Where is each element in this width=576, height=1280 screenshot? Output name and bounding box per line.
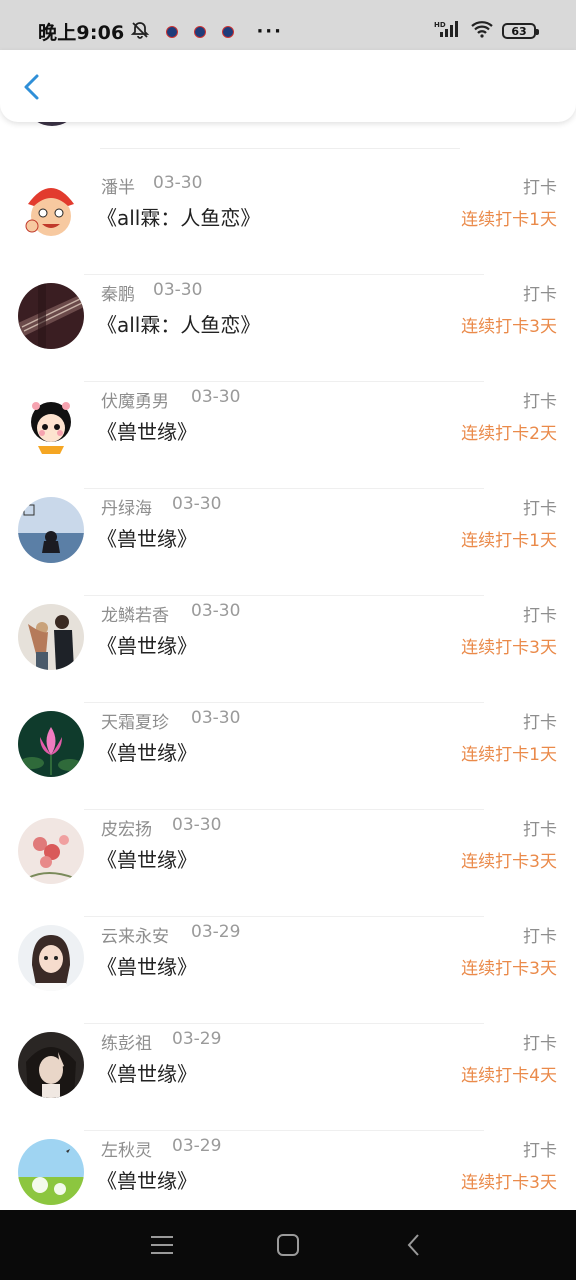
post-date: 03-30 — [191, 387, 241, 407]
streak-text: 连续打卡3天 — [461, 959, 557, 979]
user-name: 天霜夏珍 — [101, 713, 169, 733]
checkin-item[interactable]: 丹绿海 03-30 《兽世缘》 打卡 连续打卡1天 — [0, 489, 576, 596]
svg-text:HD: HD — [434, 21, 446, 29]
checkin-label: 打卡 — [523, 927, 557, 947]
post-date: 03-30 — [172, 494, 222, 514]
post-date: 03-29 — [172, 1136, 222, 1156]
post-date: 03-30 — [191, 708, 241, 728]
user-name: 潘半 — [101, 178, 135, 198]
avatar — [18, 818, 84, 884]
book-title: 《兽世缘》 — [97, 1169, 197, 1193]
app-notification-icon — [222, 25, 235, 38]
divider — [100, 148, 460, 149]
avatar — [18, 283, 84, 349]
streak-text: 连续打卡2天 — [461, 424, 557, 444]
post-date: 03-30 — [153, 173, 203, 193]
status-right: HD 63 — [434, 20, 539, 42]
post-date: 03-30 — [191, 601, 241, 621]
streak-text: 连续打卡4天 — [461, 1066, 557, 1086]
system-nav-bar — [0, 1210, 576, 1280]
user-name: 龙鳞若香 — [101, 606, 169, 626]
book-title: 《all霖：人鱼恋》 — [97, 313, 261, 337]
post-date: 03-30 — [172, 815, 222, 835]
user-name: 伏魔勇男 — [101, 392, 169, 412]
streak-text: 连续打卡1天 — [461, 531, 557, 551]
back-button[interactable] — [18, 72, 48, 102]
avatar — [30, 122, 74, 126]
streak-text: 连续打卡3天 — [461, 1173, 557, 1193]
post-date: 03-29 — [191, 922, 241, 942]
avatar — [18, 497, 84, 563]
wifi-icon — [470, 20, 494, 42]
streak-text: 连续打卡3天 — [461, 638, 557, 658]
user-name: 秦鹏 — [101, 285, 135, 305]
book-title: 《兽世缘》 — [97, 634, 197, 658]
checkin-item[interactable]: 云来永安 03-29 《兽世缘》 打卡 连续打卡3天 — [0, 917, 576, 1024]
mute-bell-icon — [130, 20, 150, 44]
user-name: 皮宏扬 — [101, 820, 152, 840]
battery-icon: 63 — [502, 23, 539, 39]
checkin-label: 打卡 — [523, 499, 557, 519]
checkin-label: 打卡 — [523, 606, 557, 626]
signal-icon: HD — [434, 20, 462, 42]
checkin-item[interactable]: 左秋灵 03-29 《兽世缘》 打卡 连续打卡3天 — [0, 1131, 576, 1210]
checkin-item[interactable]: 龙鳞若香 03-30 《兽世缘》 打卡 连续打卡3天 — [0, 596, 576, 703]
checkin-label: 打卡 — [523, 713, 557, 733]
chevron-left-icon — [24, 74, 39, 100]
checkin-item[interactable]: 秦鹏 03-30 《all霖：人鱼恋》 打卡 连续打卡3天 — [0, 275, 576, 382]
post-date: 03-29 — [172, 1029, 222, 1049]
header-bar — [0, 50, 576, 122]
checkin-label: 打卡 — [523, 1034, 557, 1054]
checkin-label: 打卡 — [523, 1141, 557, 1161]
home-button[interactable] — [273, 1232, 303, 1258]
app-notification-icon — [166, 25, 179, 38]
book-title: 《all霖：人鱼恋》 — [97, 206, 261, 230]
checkin-item[interactable]: 皮宏扬 03-30 《兽世缘》 打卡 连续打卡3天 — [0, 810, 576, 917]
book-title: 《兽世缘》 — [97, 1062, 197, 1086]
checkin-label: 打卡 — [523, 820, 557, 840]
avatar — [18, 1032, 84, 1098]
avatar — [18, 711, 84, 777]
app-notification-icon — [194, 25, 207, 38]
checkin-label: 打卡 — [523, 285, 557, 305]
checkin-item[interactable]: 天霜夏珍 03-30 《兽世缘》 打卡 连续打卡1天 — [0, 703, 576, 810]
menu-icon — [151, 1236, 173, 1254]
user-name: 练彭祖 — [101, 1034, 152, 1054]
book-title: 《兽世缘》 — [97, 527, 197, 551]
checkin-label: 打卡 — [523, 178, 557, 198]
book-title: 《兽世缘》 — [97, 741, 197, 765]
avatar — [18, 390, 84, 456]
streak-text: 连续打卡1天 — [461, 210, 557, 230]
avatar — [18, 925, 84, 991]
post-date: 03-30 — [153, 280, 203, 300]
user-name: 云来永安 — [101, 927, 169, 947]
nav-back-button[interactable] — [400, 1232, 430, 1258]
book-title: 《兽世缘》 — [97, 955, 197, 979]
book-title: 《兽世缘》 — [97, 420, 197, 444]
status-time: 晚上9:06 — [38, 22, 125, 44]
book-title: 《兽世缘》 — [97, 848, 197, 872]
user-name: 左秋灵 — [101, 1141, 152, 1161]
checkin-label: 打卡 — [523, 392, 557, 412]
streak-text: 连续打卡1天 — [461, 745, 557, 765]
home-icon — [277, 1234, 299, 1256]
streak-text: 连续打卡3天 — [461, 852, 557, 872]
menu-button[interactable] — [147, 1232, 177, 1258]
checkin-item[interactable]: 练彭祖 03-29 《兽世缘》 打卡 连续打卡4天 — [0, 1024, 576, 1131]
checkin-item[interactable]: 潘半 03-30 《all霖：人鱼恋》 打卡 连续打卡1天 — [0, 168, 576, 275]
avatar — [18, 1139, 84, 1205]
back-icon — [407, 1234, 419, 1256]
avatar — [18, 604, 84, 670]
user-name: 丹绿海 — [101, 499, 152, 519]
avatar — [18, 176, 84, 242]
checkin-list[interactable]: 潘半 03-30 《all霖：人鱼恋》 打卡 连续打卡1天 秦鹏 03-30 《… — [0, 122, 576, 1210]
streak-text: 连续打卡3天 — [461, 317, 557, 337]
more-notifications-icon: ··· — [256, 21, 283, 42]
checkin-item[interactable]: 伏魔勇男 03-30 《兽世缘》 打卡 连续打卡2天 — [0, 382, 576, 489]
status-left: 晚上9:06 ··· — [38, 18, 283, 45]
